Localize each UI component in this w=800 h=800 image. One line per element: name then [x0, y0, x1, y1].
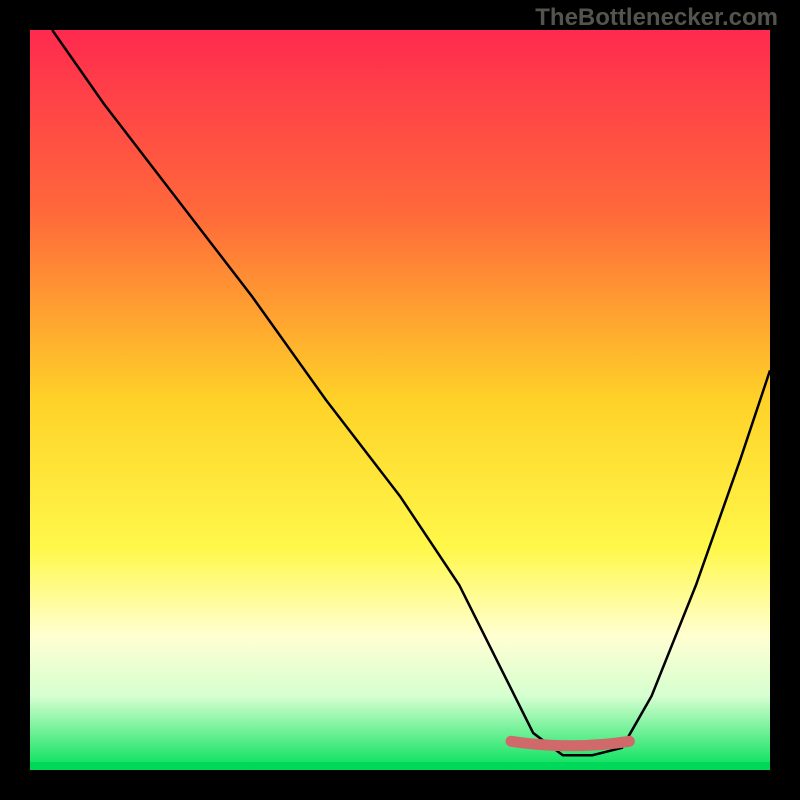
bottleneck-chart: [0, 0, 800, 800]
green-baseline: [30, 762, 770, 770]
plot-background: [30, 30, 770, 770]
chart-container: TheBottlenecker.com: [0, 0, 800, 800]
watermark-label: TheBottlenecker.com: [535, 4, 778, 32]
optimal-band: [511, 741, 629, 746]
